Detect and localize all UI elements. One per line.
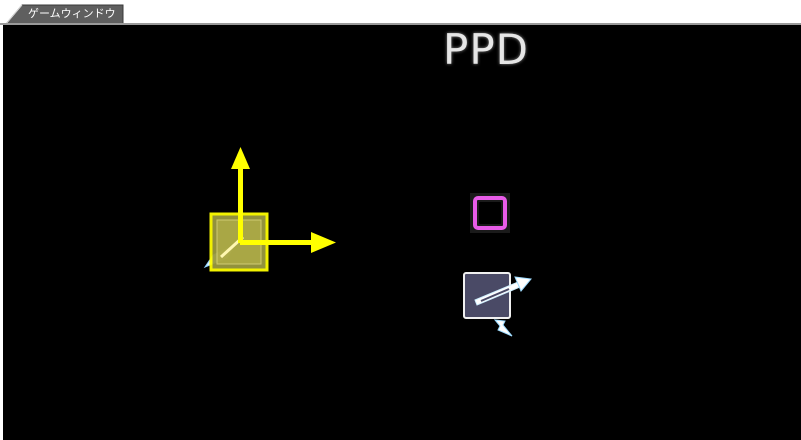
tab-label: ゲームウィンドウ [28, 7, 116, 20]
tab-bar: ゲームウィンドウ [0, 0, 801, 25]
square-target-icon[interactable] [470, 193, 510, 233]
game-viewport[interactable]: PPD [3, 25, 801, 440]
tab-game-window[interactable]: ゲームウィンドウ [6, 4, 124, 24]
scene-canvas [203, 147, 532, 337]
slide-note-icon[interactable] [463, 272, 532, 337]
